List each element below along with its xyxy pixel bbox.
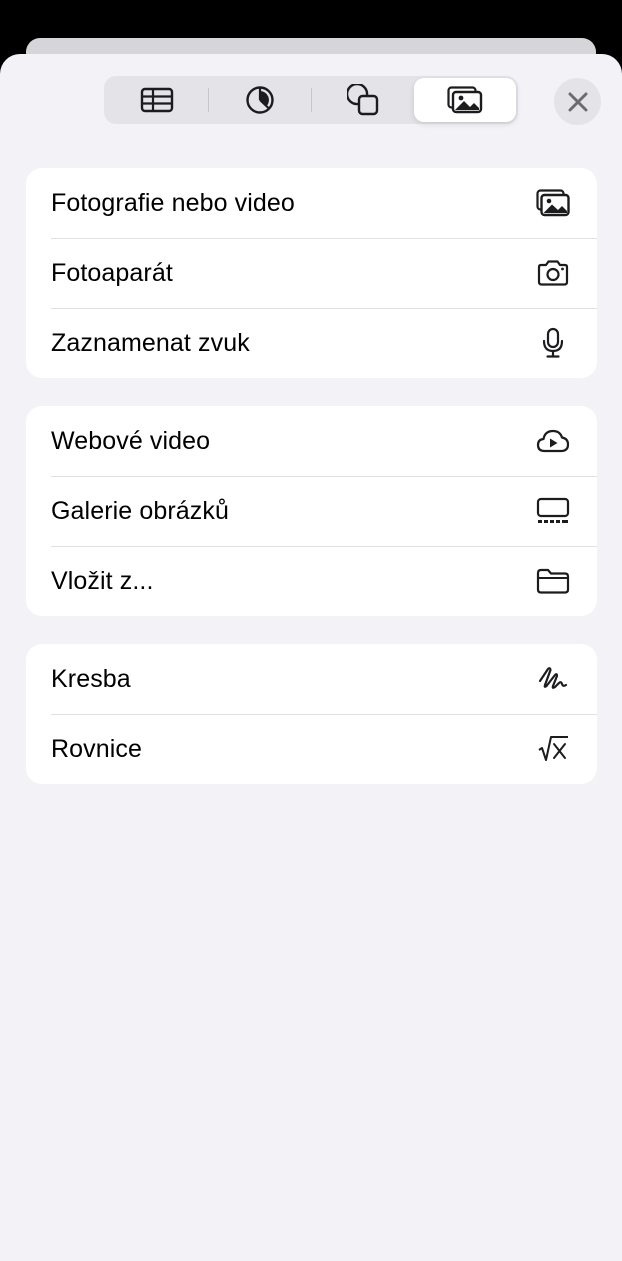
cloud-play-icon <box>535 423 571 459</box>
drawing-group: Kresba Rovnice <box>26 644 597 784</box>
shapes-icon <box>347 84 379 116</box>
close-icon <box>568 92 587 111</box>
menu-item-label: Vložit z... <box>51 566 154 595</box>
menu-item-label: Zaznamenat zvuk <box>51 328 250 357</box>
menu-item-photo-video[interactable]: Fotografie nebo video <box>26 168 597 238</box>
tab-shapes[interactable] <box>312 78 414 122</box>
menu-item-insert-from[interactable]: Vložit z... <box>26 546 597 616</box>
menu-item-label: Fotoaparát <box>51 258 173 287</box>
gallery-icon <box>535 493 571 529</box>
media-icon <box>447 86 483 114</box>
photos-icon <box>535 185 571 221</box>
menu-item-equation[interactable]: Rovnice <box>26 714 597 784</box>
drawing-icon <box>535 661 571 697</box>
menu-item-image-gallery[interactable]: Galerie obrázků <box>26 476 597 546</box>
tab-media[interactable] <box>414 78 516 122</box>
menu-item-label: Webové video <box>51 426 211 455</box>
web-media-group: Webové video Galerie obrázků Vložit z... <box>26 406 597 616</box>
menu-item-label: Galerie obrázků <box>51 496 229 525</box>
insert-category-tabs <box>104 76 518 124</box>
equation-icon <box>535 731 571 767</box>
insert-sheet: Fotografie nebo video Fotoaparát Zazname… <box>0 54 622 1261</box>
media-source-group: Fotografie nebo video Fotoaparát Zazname… <box>26 168 597 378</box>
menu-item-record-audio[interactable]: Zaznamenat zvuk <box>26 308 597 378</box>
microphone-icon <box>535 325 571 361</box>
table-icon <box>140 87 174 113</box>
menu-item-web-video[interactable]: Webové video <box>26 406 597 476</box>
menu-item-camera[interactable]: Fotoaparát <box>26 238 597 308</box>
folder-icon <box>535 563 571 599</box>
menu-item-label: Fotografie nebo video <box>51 188 295 217</box>
menu-item-label: Rovnice <box>51 734 143 763</box>
tab-table[interactable] <box>106 78 208 122</box>
camera-icon <box>535 255 571 291</box>
menu-item-label: Kresba <box>51 664 131 693</box>
close-button[interactable] <box>554 78 601 125</box>
menu-item-drawing[interactable]: Kresba <box>26 644 597 714</box>
chart-icon <box>246 86 274 114</box>
tab-chart[interactable] <box>209 78 311 122</box>
